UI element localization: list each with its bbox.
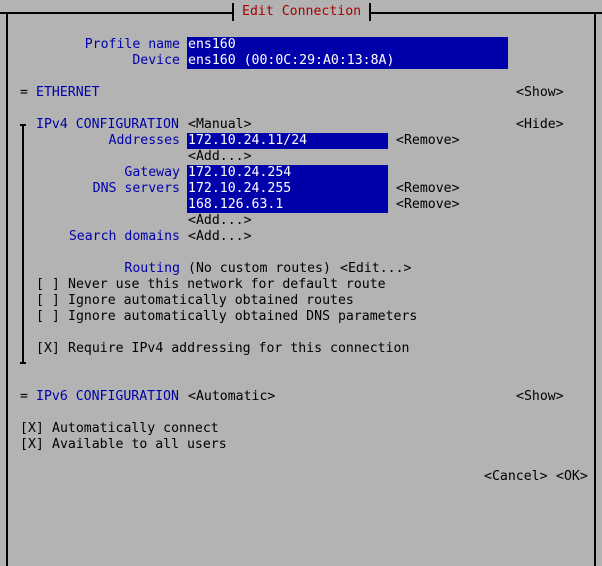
ignore-dns-label: Ignore automatically obtained DNS parame… bbox=[68, 309, 418, 324]
dns-server-input[interactable]: 168.126.63.1 bbox=[187, 197, 388, 213]
dns-server-input[interactable]: 172.10.24.255 bbox=[187, 181, 388, 197]
auto-connect-checkbox[interactable]: [X] bbox=[20, 421, 44, 437]
address-input[interactable]: 172.10.24.11/24 bbox=[187, 133, 388, 149]
ignore-dns-checkbox[interactable]: [ ] bbox=[36, 309, 60, 325]
address-add-button[interactable]: <Add...> bbox=[188, 149, 252, 165]
ipv4-section-bracket-bottom bbox=[20, 362, 26, 364]
cancel-button[interactable]: <Cancel> bbox=[484, 469, 548, 485]
search-domains-label: Search domains bbox=[68, 229, 180, 244]
ethernet-show-button[interactable]: <Show> bbox=[516, 85, 564, 101]
gateway-label: Gateway bbox=[124, 165, 180, 180]
require-ipv4-checkbox[interactable]: [X] bbox=[36, 341, 60, 357]
dialog-border-right bbox=[594, 12, 596, 566]
never-default-checkbox[interactable]: [ ] bbox=[36, 277, 60, 293]
ethernet-section-marker: = bbox=[20, 85, 28, 100]
gateway-input[interactable]: 172.10.24.254 bbox=[187, 165, 388, 181]
ipv6-method-dropdown[interactable]: <Automatic> bbox=[188, 389, 275, 405]
profile-name-label: Profile name bbox=[84, 37, 180, 52]
addresses-label: Addresses bbox=[108, 133, 180, 148]
ipv4-hide-button[interactable]: <Hide> bbox=[516, 117, 564, 133]
never-default-label: Never use this network for default route bbox=[68, 277, 386, 292]
device-label: Device bbox=[132, 53, 180, 68]
ok-button[interactable]: <OK> bbox=[556, 469, 588, 485]
ipv6-show-button[interactable]: <Show> bbox=[516, 389, 564, 405]
device-input[interactable]: ens160 (00:0C:29:A0:13:8A) bbox=[187, 53, 508, 69]
ipv6-section-marker: = bbox=[20, 389, 28, 404]
dialog-title: Edit Connection bbox=[232, 3, 372, 21]
dns-server-remove-button[interactable]: <Remove> bbox=[396, 181, 460, 197]
ipv4-method-dropdown[interactable]: <Manual> bbox=[188, 117, 252, 133]
ignore-routes-label: Ignore automatically obtained routes bbox=[68, 293, 354, 308]
routing-label: Routing bbox=[124, 261, 180, 276]
edit-connection-dialog: Edit Connection Profile name ens160 Devi… bbox=[0, 0, 602, 566]
all-users-checkbox[interactable]: [X] bbox=[20, 437, 44, 453]
profile-name-input[interactable]: ens160 bbox=[187, 37, 508, 53]
auto-connect-label: Automatically connect bbox=[52, 421, 219, 436]
ipv4-section-label: IPv4 CONFIGURATION bbox=[36, 117, 179, 132]
routing-value: (No custom routes) bbox=[188, 261, 331, 276]
all-users-label: Available to all users bbox=[52, 437, 227, 452]
address-remove-button[interactable]: <Remove> bbox=[396, 133, 460, 149]
ignore-routes-checkbox[interactable]: [ ] bbox=[36, 293, 60, 309]
dns-server-remove-button[interactable]: <Remove> bbox=[396, 197, 460, 213]
ipv6-section-label: IPv6 CONFIGURATION bbox=[36, 389, 179, 404]
routing-edit-button[interactable]: <Edit...> bbox=[340, 261, 411, 277]
dns-server-add-button[interactable]: <Add...> bbox=[188, 213, 252, 229]
search-domain-add-button[interactable]: <Add...> bbox=[188, 229, 252, 245]
ethernet-section-label: ETHERNET bbox=[36, 85, 100, 100]
require-ipv4-label: Require IPv4 addressing for this connect… bbox=[68, 341, 410, 356]
dns-servers-label: DNS servers bbox=[92, 181, 180, 196]
dialog-border-left bbox=[6, 12, 8, 566]
